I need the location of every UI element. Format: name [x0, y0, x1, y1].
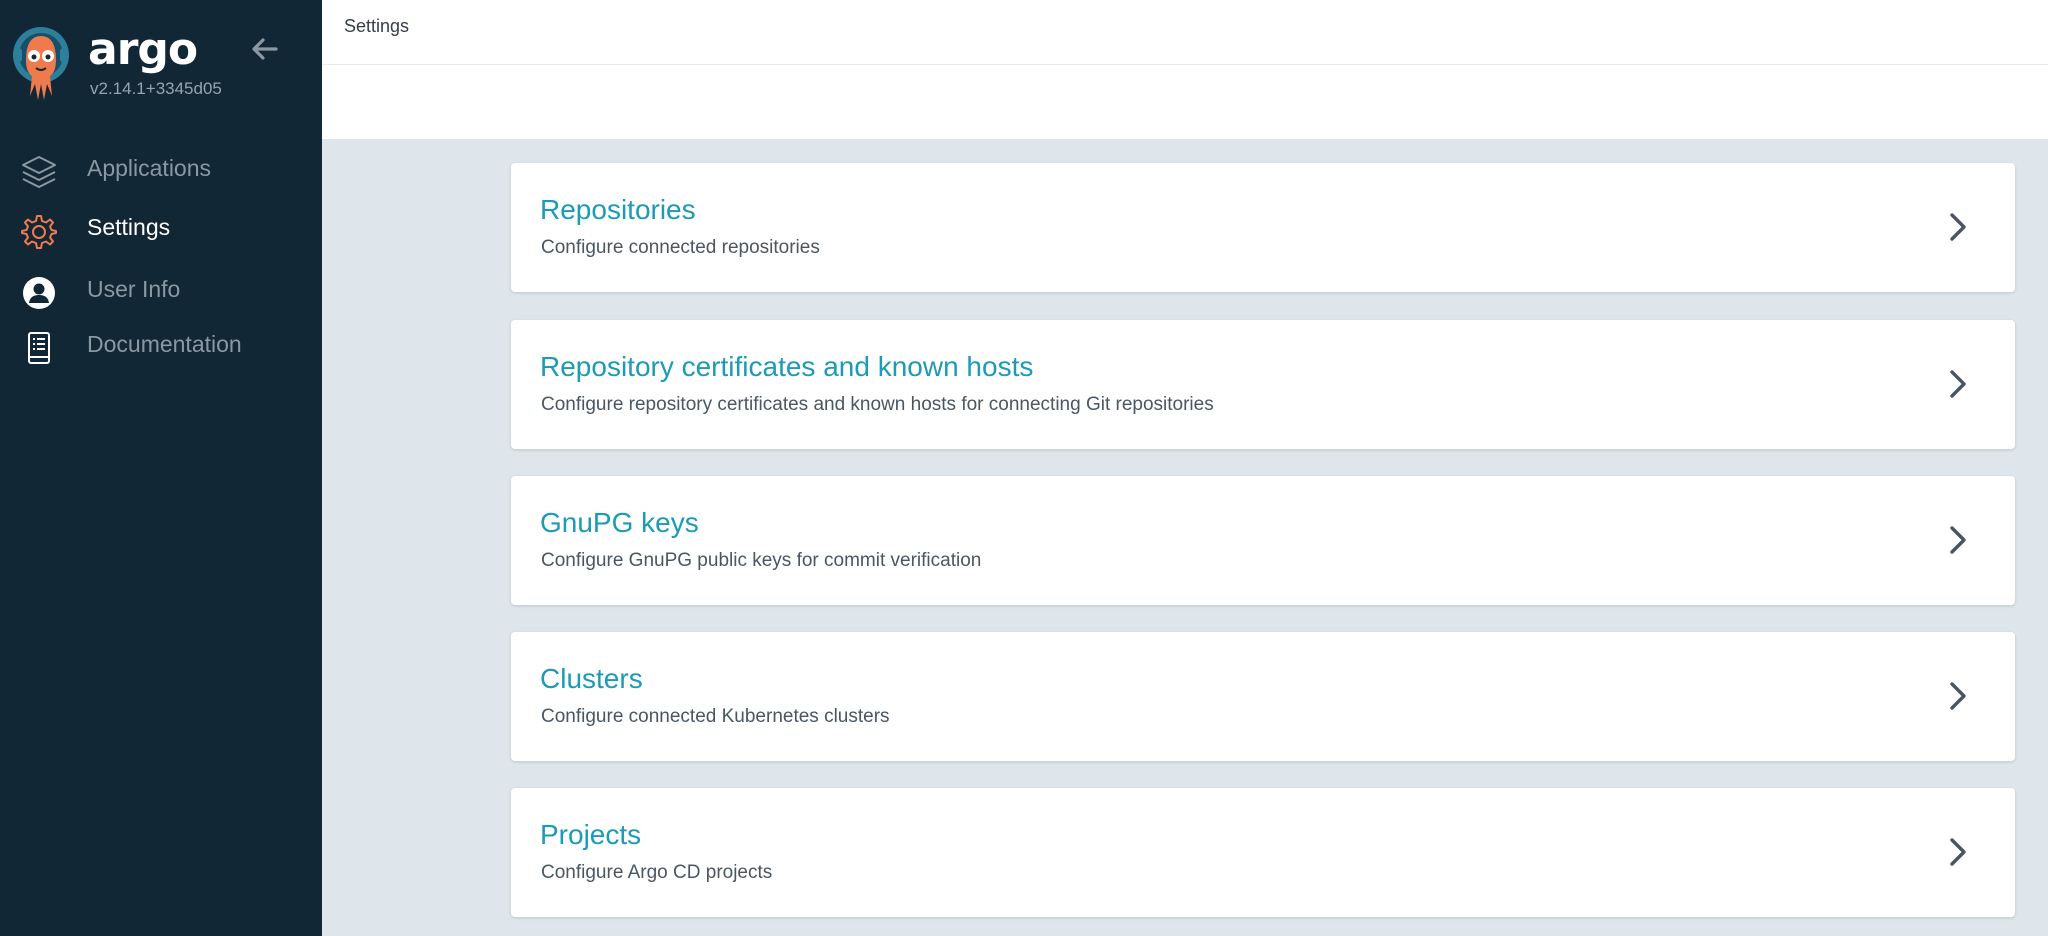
sidebar-item-label: Documentation — [87, 331, 242, 357]
sidebar-item-label: User Info — [87, 276, 181, 302]
chevron-right-icon — [1950, 526, 1966, 554]
card-description: Configure connected repositories — [541, 237, 820, 258]
sidebar-item-label: Applications — [87, 155, 212, 181]
card-title: Projects — [540, 819, 642, 850]
settings-card-projects[interactable]: Projects Configure Argo CD projects — [511, 788, 2015, 917]
card-description: Configure repository certificates and kn… — [541, 394, 1214, 415]
settings-card-repositories[interactable]: Repositories Configure connected reposit… — [511, 163, 2015, 292]
argo-octopus-logo-icon — [13, 27, 69, 100]
user-circle-icon — [23, 277, 55, 309]
settings-card-certificates[interactable]: Repository certificates and known hosts … — [511, 320, 2015, 449]
sidebar-item-settings[interactable]: Settings — [0, 202, 322, 254]
chevron-right-icon — [1950, 838, 1966, 866]
arrow-left-icon[interactable] — [248, 33, 280, 65]
brand-name: argo — [88, 24, 198, 75]
toolbar-area — [322, 65, 2048, 139]
settings-card-gnupg-keys[interactable]: GnuPG keys Configure GnuPG public keys f… — [511, 476, 2015, 605]
page-title: Settings — [344, 16, 410, 36]
settings-card-clusters[interactable]: Clusters Configure connected Kubernetes … — [511, 632, 2015, 761]
chevron-right-icon — [1950, 213, 1966, 241]
chevron-right-icon — [1950, 682, 1966, 710]
book-icon — [28, 332, 50, 364]
version-label: v2.14.1+3345d05 — [90, 79, 222, 98]
card-title: Clusters — [540, 663, 643, 694]
card-title: GnuPG keys — [540, 507, 699, 538]
card-description: Configure GnuPG public keys for commit v… — [541, 550, 982, 571]
layers-icon — [22, 156, 56, 188]
top-bar: Settings — [322, 0, 2048, 65]
card-title: Repository certificates and known hosts — [540, 351, 1034, 382]
card-description: Configure Argo CD projects — [541, 862, 773, 883]
gear-icon — [21, 215, 57, 249]
card-description: Configure connected Kubernetes clusters — [541, 706, 890, 727]
sidebar-item-applications[interactable]: Applications — [0, 143, 322, 195]
card-title: Repositories — [540, 194, 696, 225]
sidebar: argo v2.14.1+3345d05 Applications Settin… — [0, 0, 322, 936]
chevron-right-icon — [1950, 370, 1966, 398]
sidebar-item-documentation[interactable]: Documentation — [0, 319, 322, 371]
sidebar-item-label: Settings — [87, 214, 171, 240]
sidebar-item-user-info[interactable]: User Info — [0, 264, 322, 316]
